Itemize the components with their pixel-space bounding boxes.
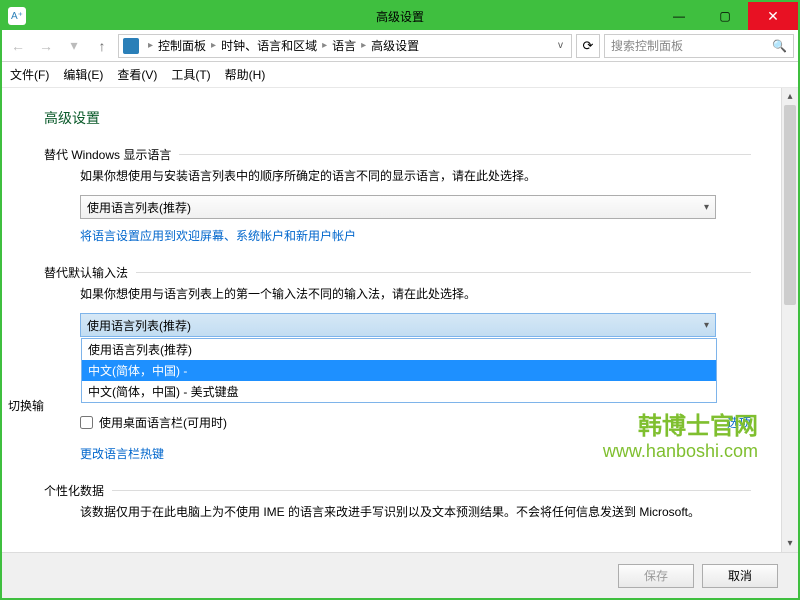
options-link[interactable]: 选项 <box>727 414 751 431</box>
forward-arrow-icon[interactable]: → <box>34 34 58 58</box>
footer: 保存 取消 <box>2 552 798 598</box>
scrollbar-track[interactable] <box>782 305 798 535</box>
page-title: 高级设置 <box>44 108 751 128</box>
input-method-combo[interactable]: 使用语言列表(推荐) ▾ 使用语言列表(推荐) 中文(简体，中国) - 中文(简… <box>80 313 716 337</box>
section-desc: 该数据仅用于在此电脑上为不使用 IME 的语言来改进手写识别以及文本预测结果。不… <box>80 503 751 521</box>
maximize-button[interactable]: ▢ <box>702 2 748 30</box>
chevron-down-icon: ▾ <box>704 320 709 331</box>
vertical-scrollbar[interactable]: ▴ ▾ <box>781 88 798 552</box>
section-desc: 如果你想使用与安装语言列表中的顺序所确定的语言不同的显示语言，请在此处选择。 <box>80 167 751 185</box>
breadcrumb-item[interactable]: 高级设置 <box>371 37 419 54</box>
search-icon: 🔍 <box>772 39 787 53</box>
scroll-down-icon[interactable]: ▾ <box>782 535 798 552</box>
section-display-language: 如果你想使用与安装语言列表中的顺序所确定的语言不同的显示语言，请在此处选择。 使… <box>44 167 751 244</box>
desktop-langbar-checkbox[interactable] <box>80 416 93 429</box>
breadcrumb-item[interactable]: 语言 <box>332 37 356 54</box>
chevron-right-icon: ▸ <box>211 40 216 51</box>
window-frame: A⁺ 高级设置 — ▢ ✕ ← → ▾ ↑ ▸ 控制面板 ▸ 时钟、语言和区域 … <box>0 0 800 600</box>
divider <box>179 154 751 155</box>
chevron-right-icon: ▸ <box>148 40 153 51</box>
save-button[interactable]: 保存 <box>618 564 694 588</box>
chevron-right-icon: ▸ <box>361 40 366 51</box>
menubar: 文件(F) 编辑(E) 查看(V) 工具(T) 帮助(H) <box>2 62 798 88</box>
menu-view[interactable]: 查看(V) <box>117 66 157 83</box>
menu-edit[interactable]: 编辑(E) <box>63 66 103 83</box>
recent-dropdown-icon[interactable]: ▾ <box>62 34 86 58</box>
titlebar[interactable]: A⁺ 高级设置 — ▢ ✕ <box>2 2 798 30</box>
chevron-right-icon: ▸ <box>322 40 327 51</box>
window-controls: — ▢ ✕ <box>656 2 798 30</box>
close-button[interactable]: ✕ <box>748 2 798 30</box>
dropdown-option[interactable]: 中文(简体，中国) - 美式键盘 <box>82 381 716 402</box>
dropdown-option-selected[interactable]: 中文(简体，中国) - <box>82 360 716 381</box>
search-input[interactable]: 搜索控制面板 🔍 <box>604 34 794 58</box>
back-arrow-icon[interactable]: ← <box>6 34 30 58</box>
minimize-button[interactable]: — <box>656 2 702 30</box>
refresh-button[interactable]: ⟳ <box>576 34 600 58</box>
section-desc: 如果你想使用与语言列表上的第一个输入法不同的输入法，请在此处选择。 <box>80 285 751 303</box>
dropdown-option[interactable]: 使用语言列表(推荐) <box>82 339 716 360</box>
section-switch-input: 使用桌面语言栏(可用时) 选项 更改语言栏热键 <box>44 414 751 462</box>
window-title: 高级设置 <box>376 8 424 25</box>
scrollbar-thumb[interactable] <box>784 105 796 305</box>
section-input-method: 如果你想使用与语言列表上的第一个输入法不同的输入法，请在此处选择。 使用语言列表… <box>44 285 751 337</box>
desktop-langbar-row: 使用桌面语言栏(可用时) 选项 <box>80 414 751 431</box>
scroll-up-icon[interactable]: ▴ <box>782 88 798 105</box>
hotkey-link[interactable]: 更改语言栏热键 <box>80 445 164 462</box>
section-personal-data: 该数据仅用于在此电脑上为不使用 IME 的语言来改进手写识别以及文本预测结果。不… <box>44 503 751 521</box>
nav-toolbar: ← → ▾ ↑ ▸ 控制面板 ▸ 时钟、语言和区域 ▸ 语言 ▸ 高级设置 v … <box>2 30 798 62</box>
content-area: 高级设置 替代 Windows 显示语言 如果你想使用与安装语言列表中的顺序所确… <box>2 88 798 552</box>
up-arrow-icon[interactable]: ↑ <box>90 34 114 58</box>
divider <box>112 490 751 491</box>
cancel-button[interactable]: 取消 <box>702 564 778 588</box>
breadcrumb[interactable]: ▸ 控制面板 ▸ 时钟、语言和区域 ▸ 语言 ▸ 高级设置 v <box>118 34 572 58</box>
section-display-language-label: 替代 Windows 显示语言 <box>44 146 751 163</box>
scroll-pane: 高级设置 替代 Windows 显示语言 如果你想使用与安装语言列表中的顺序所确… <box>2 88 781 552</box>
input-method-dropdown: 使用语言列表(推荐) 中文(简体，中国) - 中文(简体，中国) - 美式键盘 <box>81 338 717 403</box>
menu-file[interactable]: 文件(F) <box>10 66 49 83</box>
section-personal-data-label: 个性化数据 <box>44 482 751 499</box>
divider <box>136 272 751 273</box>
menu-help[interactable]: 帮助(H) <box>225 66 266 83</box>
menu-tools[interactable]: 工具(T) <box>171 66 210 83</box>
display-language-combo[interactable]: 使用语言列表(推荐) ▾ <box>80 195 716 219</box>
breadcrumb-dropdown-icon[interactable]: v <box>554 40 567 51</box>
breadcrumb-item[interactable]: 时钟、语言和区域 <box>221 37 317 54</box>
search-placeholder: 搜索控制面板 <box>611 37 683 54</box>
breadcrumb-item[interactable]: 控制面板 <box>158 37 206 54</box>
apply-to-welcome-link[interactable]: 将语言设置应用到欢迎屏幕、系统帐户和新用户帐户 <box>80 227 356 244</box>
section-input-method-label: 替代默认输入法 <box>44 264 751 281</box>
chevron-down-icon: ▾ <box>704 202 709 213</box>
app-icon: A⁺ <box>8 7 26 25</box>
checkbox-label: 使用桌面语言栏(可用时) <box>99 414 227 431</box>
section-switch-input-label: 切换输 <box>8 397 58 414</box>
breadcrumb-icon <box>123 38 139 54</box>
